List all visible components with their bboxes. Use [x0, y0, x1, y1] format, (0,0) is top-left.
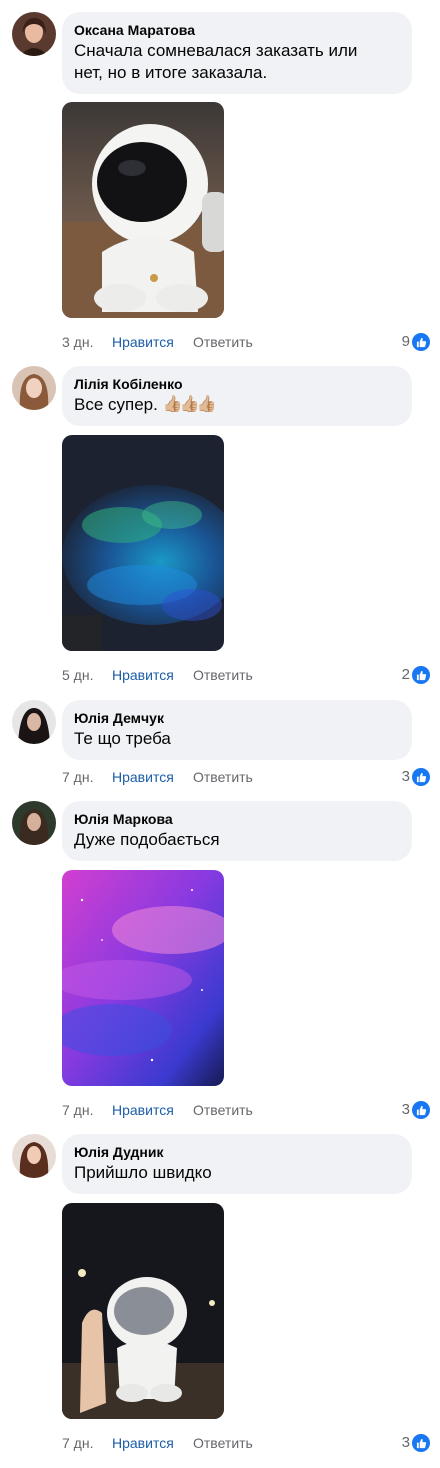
thumbs-up-icon	[412, 333, 430, 351]
reply-link[interactable]: Ответить	[193, 767, 253, 787]
comment-photo[interactable]	[62, 102, 224, 318]
comment-actions: 7 дн. Нравится Ответить 3	[62, 1100, 430, 1120]
comment-author[interactable]: Лілія Кобіленко	[74, 375, 400, 393]
avatar[interactable]	[12, 700, 56, 744]
reply-link[interactable]: Ответить	[193, 332, 253, 352]
thumbs-up-icon	[412, 1434, 430, 1452]
thumbs-up-emoji-icon: 👍🏼👍🏼👍🏼	[162, 396, 217, 413]
comment-text: Сначала сомневалася заказать или нет, но…	[74, 41, 358, 82]
comment-text: Прийшло швидко	[74, 1163, 212, 1182]
comment-author[interactable]: Оксана Маратова	[74, 21, 400, 39]
comment-actions: 7 дн. Нравится Ответить 3	[62, 767, 430, 787]
comment-bubble: Юлія Дудник Прийшло швидко	[62, 1134, 412, 1194]
avatar[interactable]	[12, 12, 56, 56]
comment-time[interactable]: 7 дн.	[62, 767, 93, 787]
reaction-count[interactable]: 3	[402, 767, 430, 787]
comment-actions: 3 дн. Нравится Ответить 9	[62, 332, 430, 352]
reaction-count[interactable]: 3	[402, 1433, 430, 1453]
comment-text: Все супер. 👍🏼👍🏼👍🏼	[74, 394, 400, 416]
like-link[interactable]: Нравится	[112, 332, 174, 352]
avatar[interactable]	[12, 801, 56, 845]
reaction-count[interactable]: 9	[402, 332, 430, 352]
comment-photo[interactable]	[62, 435, 224, 651]
thumbs-up-icon	[412, 1101, 430, 1119]
reaction-number: 3	[401, 768, 410, 785]
comment-bubble: Юлія Демчук Те що треба	[62, 700, 412, 760]
like-link[interactable]: Нравится	[112, 1433, 174, 1453]
like-link[interactable]: Нравится	[112, 1100, 174, 1120]
reaction-count[interactable]: 3	[402, 1100, 430, 1120]
thumbs-up-icon	[412, 666, 430, 684]
reply-link[interactable]: Ответить	[193, 665, 253, 685]
comment-photo[interactable]	[62, 870, 224, 1086]
reply-link[interactable]: Ответить	[193, 1433, 253, 1453]
thumbs-up-icon	[412, 768, 430, 786]
comment-time[interactable]: 7 дн.	[62, 1100, 93, 1120]
comment-text: Дуже подобається	[74, 830, 220, 849]
comment-time[interactable]: 5 дн.	[62, 665, 93, 685]
reaction-count[interactable]: 2	[402, 665, 430, 685]
comment-text: Те що треба	[74, 729, 171, 748]
comment-time[interactable]: 3 дн.	[62, 332, 93, 352]
like-link[interactable]: Нравится	[112, 767, 174, 787]
comment-text-body: Все супер.	[74, 395, 158, 414]
comment-author[interactable]: Юлія Маркова	[74, 810, 400, 828]
avatar[interactable]	[12, 1134, 56, 1178]
reaction-number: 3	[401, 1434, 410, 1451]
comment-actions: 7 дн. Нравится Ответить 3	[62, 1433, 430, 1453]
comment-time[interactable]: 7 дн.	[62, 1433, 93, 1453]
reaction-number: 3	[401, 1101, 410, 1118]
reply-link[interactable]: Ответить	[193, 1100, 253, 1120]
like-link[interactable]: Нравится	[112, 665, 174, 685]
comment-author[interactable]: Юлія Демчук	[74, 709, 400, 727]
comment-bubble: Лілія Кобіленко Все супер. 👍🏼👍🏼👍🏼	[62, 366, 412, 426]
comment-bubble: Оксана Маратова Сначала сомневалася зака…	[62, 12, 412, 94]
reaction-number: 2	[401, 666, 410, 683]
comment-actions: 5 дн. Нравится Ответить 2	[62, 665, 430, 685]
comment-author[interactable]: Юлія Дудник	[74, 1143, 400, 1161]
comment-bubble: Юлія Маркова Дуже подобається	[62, 801, 412, 861]
reaction-number: 9	[401, 333, 410, 350]
comment-photo[interactable]	[62, 1203, 224, 1419]
avatar[interactable]	[12, 366, 56, 410]
